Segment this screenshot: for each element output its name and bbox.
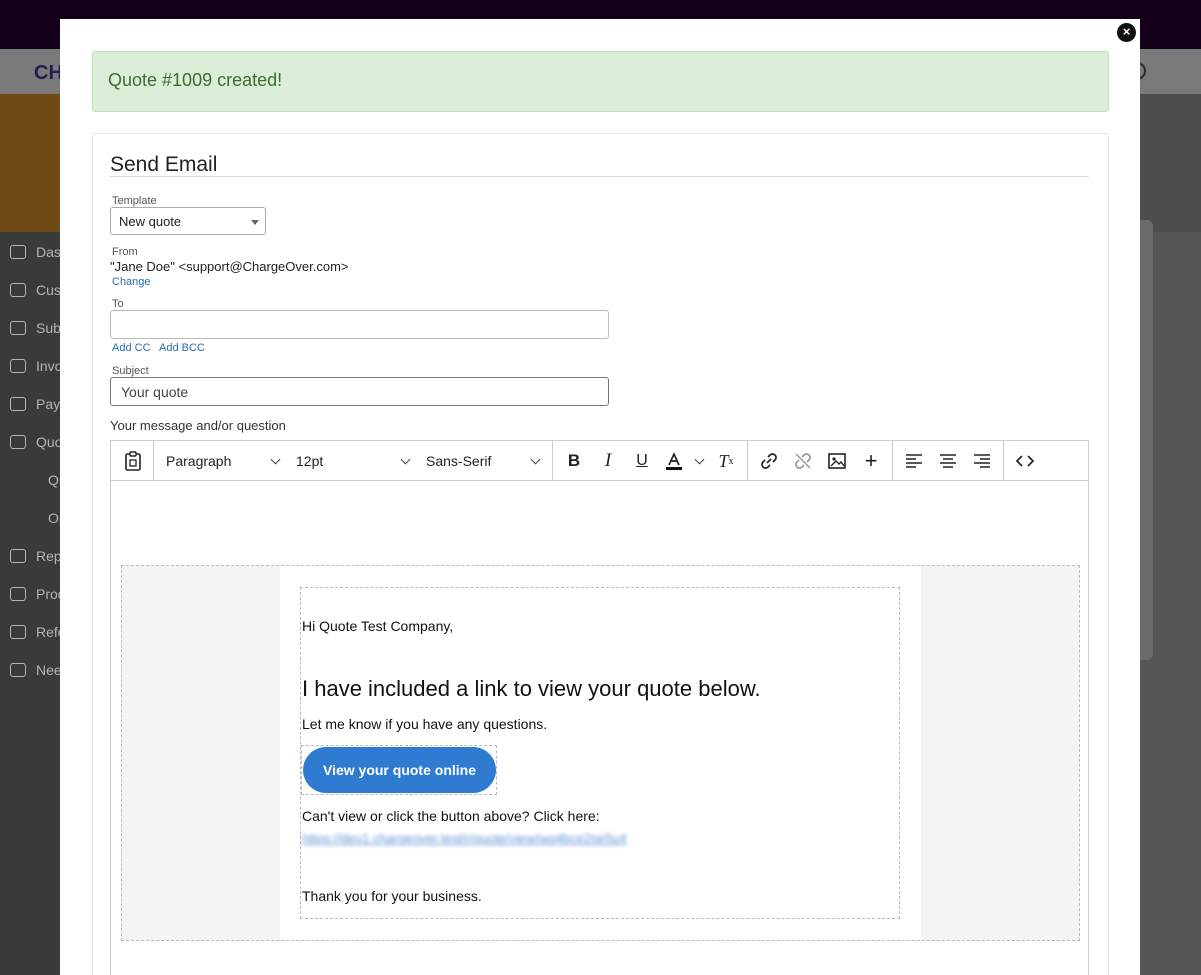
chevron-down-icon bbox=[694, 454, 705, 465]
sidebar-item-customers: Customers bbox=[10, 282, 60, 298]
underline-icon[interactable]: U bbox=[630, 449, 654, 473]
chevron-down-icon bbox=[270, 454, 281, 465]
sidebar-item-quotes: Quotes bbox=[10, 434, 60, 450]
align-center-icon[interactable] bbox=[936, 449, 960, 473]
toolbar-separator bbox=[892, 441, 893, 480]
to-label: To bbox=[112, 298, 124, 310]
italic-icon[interactable]: I bbox=[596, 449, 620, 473]
paste-icon[interactable] bbox=[121, 449, 145, 473]
card-title: Send Email bbox=[110, 153, 218, 176]
to-input[interactable] bbox=[110, 310, 609, 339]
app-banner-right bbox=[1140, 94, 1201, 232]
sidebar-item-referrals: Referrals bbox=[10, 624, 60, 640]
sidebar-item-payments: Payments bbox=[10, 396, 60, 412]
align-right-icon[interactable] bbox=[970, 449, 994, 473]
email-content[interactable]: Hi Quote Test Company, I have included a… bbox=[300, 587, 900, 919]
editor-toolbar: Paragraph 12pt Sans-Serif B I U Tx + bbox=[111, 441, 1088, 481]
insert-icon[interactable]: + bbox=[859, 448, 883, 473]
sidebar-item-products: Products bbox=[10, 586, 60, 602]
chevron-down-icon bbox=[530, 454, 541, 465]
block-format-dropdown[interactable]: Paragraph bbox=[166, 453, 231, 469]
calendar-icon bbox=[10, 321, 26, 335]
help-icon bbox=[10, 663, 26, 677]
toolbar-separator bbox=[552, 441, 553, 480]
payment-icon bbox=[10, 397, 26, 411]
link-icon[interactable] bbox=[757, 449, 781, 473]
email-questions-text: Let me know if you have any questions. bbox=[302, 716, 548, 732]
from-value: "Jane Doe" <support@ChargeOver.com> bbox=[110, 259, 349, 274]
app-banner bbox=[0, 94, 60, 232]
email-fallback-text: Can't view or click the button above? Cl… bbox=[302, 808, 600, 824]
subject-input[interactable] bbox=[110, 377, 609, 406]
sidebar-subitem-quotes: Quotes bbox=[48, 472, 60, 488]
toolbar-separator bbox=[153, 441, 154, 480]
image-icon[interactable] bbox=[825, 449, 849, 473]
toolbar-separator bbox=[1003, 441, 1004, 480]
template-label: Template bbox=[112, 195, 157, 207]
font-family-dropdown[interactable]: Sans-Serif bbox=[426, 453, 491, 469]
clear-format-icon[interactable]: Tx bbox=[714, 449, 738, 473]
add-cc-link[interactable]: Add CC bbox=[112, 342, 151, 354]
caret-down-icon bbox=[251, 220, 259, 225]
close-icon[interactable]: × bbox=[1117, 23, 1136, 42]
gift-icon bbox=[10, 625, 26, 639]
from-label: From bbox=[112, 246, 138, 258]
email-body-outer: Hi Quote Test Company, I have included a… bbox=[121, 565, 1080, 941]
bold-icon[interactable]: B bbox=[562, 449, 586, 473]
app-content-card bbox=[1140, 220, 1153, 660]
rich-text-editor: Paragraph 12pt Sans-Serif B I U Tx + Hi … bbox=[110, 440, 1089, 975]
chart-icon bbox=[10, 549, 26, 563]
app-logo: CH bbox=[34, 62, 63, 84]
divider bbox=[110, 176, 1089, 177]
change-from-link[interactable]: Change bbox=[112, 276, 151, 288]
text-color-icon[interactable] bbox=[662, 449, 686, 473]
font-size-dropdown[interactable]: 12pt bbox=[296, 453, 323, 469]
source-code-icon[interactable] bbox=[1013, 449, 1037, 473]
success-alert: Quote #1009 created! bbox=[92, 51, 1109, 112]
align-left-icon[interactable] bbox=[902, 449, 926, 473]
unlink-icon[interactable] bbox=[791, 449, 815, 473]
template-select-value: New quote bbox=[119, 214, 182, 229]
chevron-down-icon bbox=[400, 454, 411, 465]
view-quote-button[interactable]: View your quote online bbox=[303, 747, 496, 793]
template-select[interactable]: New quote bbox=[110, 207, 266, 235]
sidebar-item-reports: Reports bbox=[10, 548, 60, 564]
sidebar-item-invoices: Invoices bbox=[10, 358, 60, 374]
sidebar-item-help: Need Help? bbox=[10, 662, 60, 678]
message-label: Your message and/or question bbox=[110, 418, 286, 433]
cta-button-wrapper: View your quote online bbox=[301, 745, 497, 795]
quote-url-link[interactable]: https://dev1.chargeover.test/r/quote/vie… bbox=[302, 831, 626, 846]
add-bcc-link[interactable]: Add BCC bbox=[159, 342, 205, 354]
email-greeting: Hi Quote Test Company, bbox=[302, 618, 454, 634]
sidebar-item-subscriptions: Subscriptions bbox=[10, 320, 60, 336]
email-thanks: Thank you for your business. bbox=[302, 888, 482, 904]
gift-icon bbox=[10, 587, 26, 601]
subject-label: Subject bbox=[112, 365, 149, 377]
email-headline: I have included a link to view your quot… bbox=[302, 676, 761, 701]
sidebar-item-dashboard: Dashboard bbox=[10, 244, 60, 260]
sidebar-subitem-opportunities: Opportunities bbox=[48, 510, 60, 526]
invoice-icon bbox=[10, 359, 26, 373]
users-icon bbox=[10, 283, 26, 297]
dashboard-icon bbox=[10, 245, 26, 259]
document-icon bbox=[10, 435, 26, 449]
toolbar-separator bbox=[747, 441, 748, 480]
email-body-inner: Hi Quote Test Company, I have included a… bbox=[280, 566, 921, 940]
